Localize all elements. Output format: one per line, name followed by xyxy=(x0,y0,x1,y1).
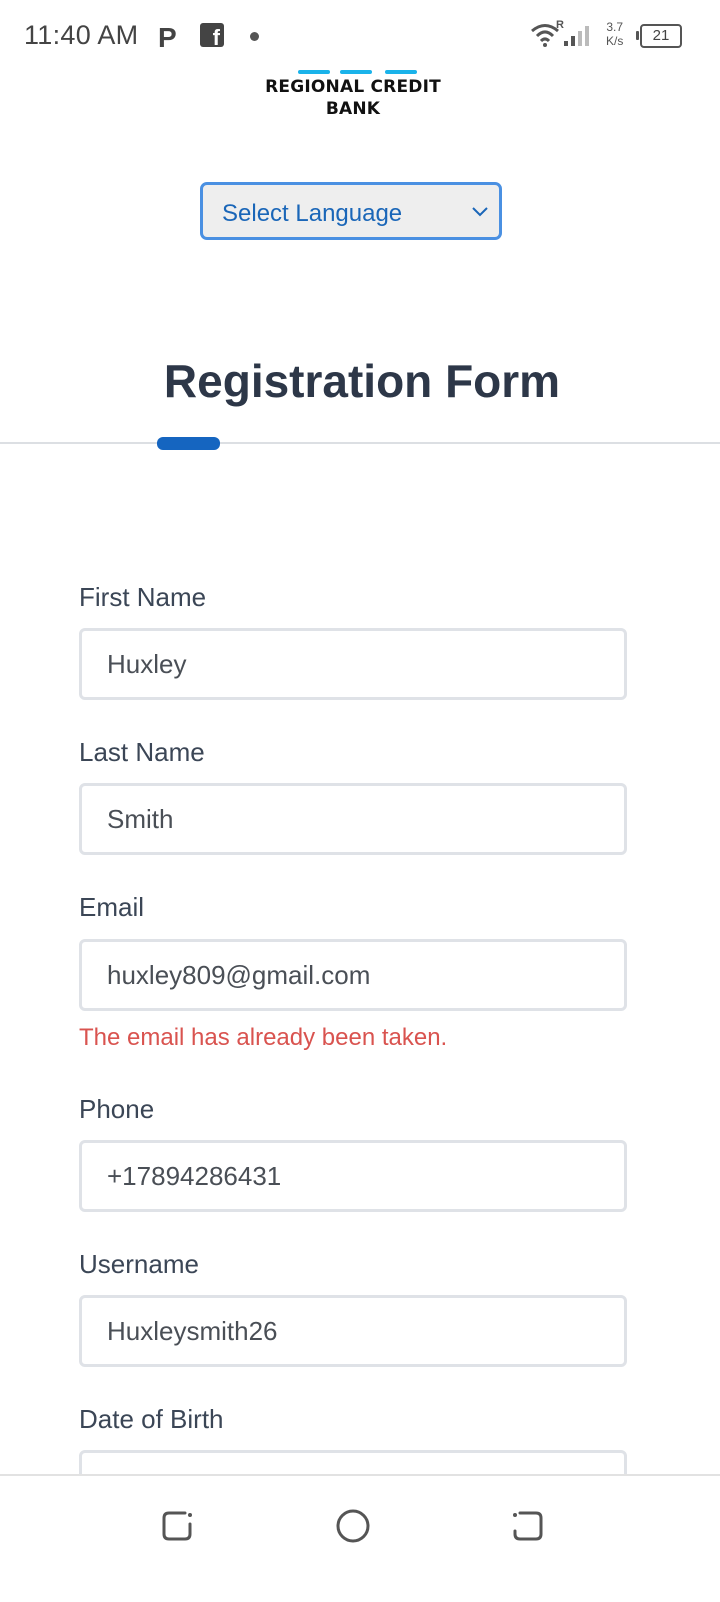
chevron-down-icon xyxy=(472,207,488,217)
first-name-value: Huxley xyxy=(107,649,187,679)
back-icon[interactable] xyxy=(506,1504,550,1548)
last-name-input[interactable]: Smith xyxy=(79,783,627,855)
title-accent-bar xyxy=(157,437,220,450)
system-nav-bar xyxy=(0,1474,720,1602)
last-name-label: Last Name xyxy=(79,737,205,767)
phone-label: Phone xyxy=(79,1094,155,1124)
logo-text-line2: BANK xyxy=(325,99,381,119)
wifi-icon: R xyxy=(530,19,564,53)
phone-input[interactable]: +17894286431 xyxy=(79,1140,627,1212)
email-input[interactable]: huxley809@gmail.com xyxy=(79,939,627,1011)
parking-icon: P xyxy=(158,22,177,53)
title-divider xyxy=(0,442,720,444)
battery-level: 21 xyxy=(652,27,670,44)
page-title: Registration Form xyxy=(163,355,561,407)
status-time: 11:40 AM xyxy=(24,20,139,50)
status-bar: 11:40 AM P f R 3.7 K/s 21 xyxy=(0,0,720,72)
last-name-value: Smith xyxy=(107,804,174,834)
first-name-input[interactable]: Huxley xyxy=(79,628,627,700)
language-select[interactable]: Select Language xyxy=(200,182,502,240)
logo-text-line1: REGIONAL CREDIT xyxy=(265,77,441,97)
language-select-value: Select Language xyxy=(222,200,403,227)
username-value: Huxleysmith26 xyxy=(107,1316,278,1346)
bank-logo: REGIONAL CREDIT BANK xyxy=(230,70,476,120)
username-label: Username xyxy=(79,1249,199,1279)
phone-value: +17894286431 xyxy=(107,1161,282,1191)
email-label: Email xyxy=(79,892,145,922)
username-input[interactable]: Huxleysmith26 xyxy=(79,1295,627,1367)
email-error-message: The email has already been taken. xyxy=(79,1024,448,1051)
notification-dot-icon xyxy=(250,32,259,41)
recent-apps-icon[interactable] xyxy=(155,1504,199,1548)
home-icon[interactable] xyxy=(331,1504,375,1548)
signal-icon xyxy=(562,24,594,53)
logo-accent-bars xyxy=(230,70,476,76)
facebook-icon: f xyxy=(200,23,224,49)
battery-icon: 21 xyxy=(636,24,682,48)
network-speed: 3.7 K/s xyxy=(606,20,624,48)
email-value: huxley809@gmail.com xyxy=(107,960,371,990)
first-name-label: First Name xyxy=(79,582,207,612)
date-of-birth-label: Date of Birth xyxy=(79,1404,224,1434)
